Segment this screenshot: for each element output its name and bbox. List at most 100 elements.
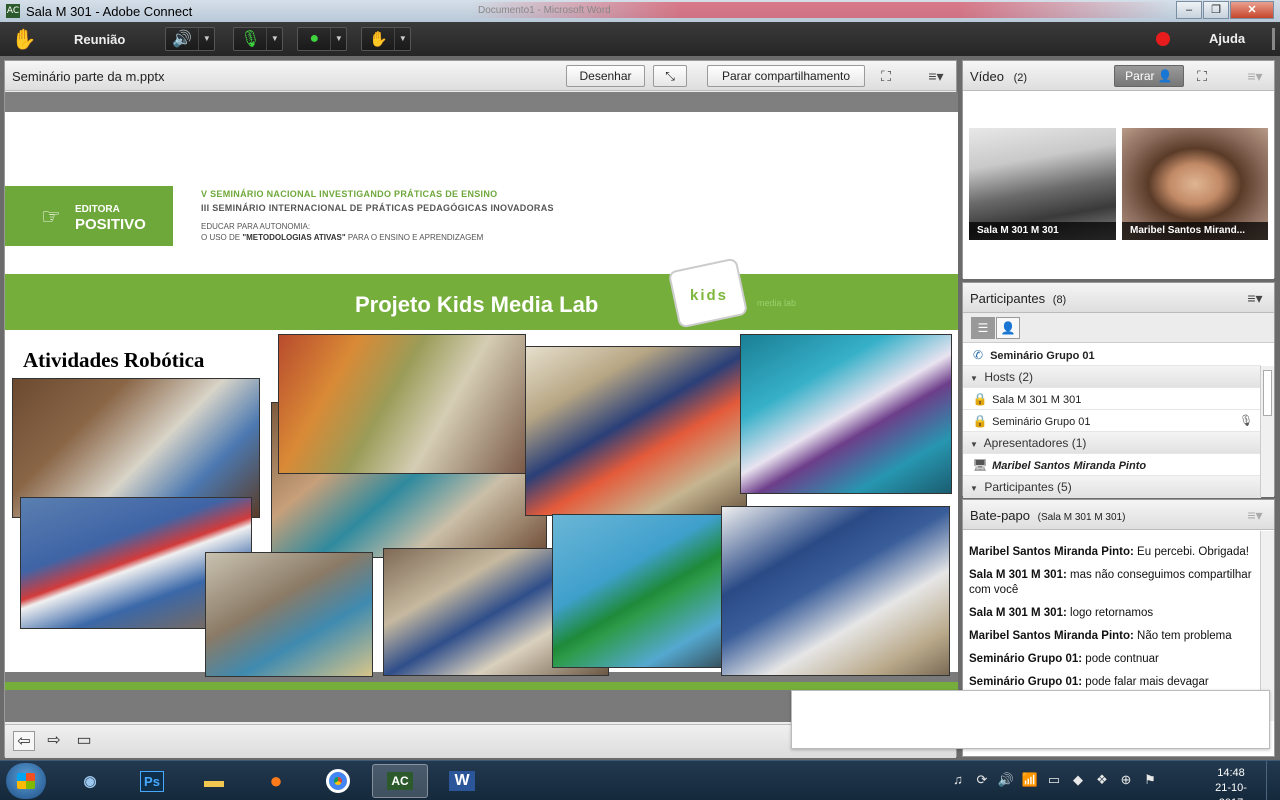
chat-sender: Maribel Santos Miranda Pinto: [969,630,1134,642]
chat-text: Não tem problema [1133,630,1232,642]
video-tile-label: Sala M 301 M 301 [969,222,1116,240]
taskbar-app-adobe-connect[interactable]: AC [372,764,428,798]
slide-header-2: III SEMINÁRIO INTERNACIONAL DE PRÁTICAS … [201,203,554,213]
start-button[interactable] [6,763,46,799]
network-icon[interactable]: ⊕ [1114,772,1138,788]
microphone-active-icon: 🎙 [1239,415,1253,427]
firefox-icon: ● [269,768,283,793]
speaker-icon[interactable]: 🔊 [166,29,198,49]
detail-view-icon[interactable]: 👤 [996,317,1020,339]
list-item[interactable]: 🔒 Sala M 301 M 301 [963,388,1261,410]
group-header-hosts[interactable]: ▼ Hosts (2) [963,366,1261,388]
blurred-title-text: Documento1 - Microsoft Word [478,5,611,16]
previous-slide-icon[interactable]: ⇦ [13,731,35,751]
pod-options-menu-icon[interactable]: ≡▾ [1242,65,1268,87]
chat-text: pode falar mais devagar [1082,676,1209,688]
chat-sender: Seminário Grupo 01: [969,676,1083,688]
video-tile-presenter[interactable]: Maribel Santos Mirand... [1122,128,1268,240]
show-desktop-button[interactable] [1266,761,1280,800]
webcam-control[interactable]: ● ▼ [297,27,348,51]
pod-options-menu-icon[interactable]: ≡▾ [1242,504,1268,526]
list-item[interactable]: 🔒 Seminário Grupo 01 🎙 [963,410,1261,432]
pod-options-menu-icon[interactable]: ≡▾ [923,65,949,87]
raise-hand-status-icon[interactable]: ✋ [362,30,394,48]
chevron-down-icon[interactable]: ▼ [266,28,282,50]
pointer-tool-button[interactable]: ⤡ [653,65,687,87]
signal-icon[interactable]: 📶 [1018,772,1042,788]
sync-icon[interactable]: ⟳ [970,772,994,788]
group-label: Apresentadores (1) [983,436,1087,450]
draw-button[interactable]: Desenhar [566,65,645,87]
activity-title: Atividades Robótica [23,348,205,372]
caret-down-icon[interactable]: ▼ [967,368,981,390]
project-title: Projeto Kids Media Lab [355,292,599,317]
taskbar-app-chrome[interactable] [310,764,366,798]
chevron-down-icon[interactable]: ▼ [198,28,214,50]
video-pod: Vídeo (2) Parar 👤 ⛶ ≡▾ Sala M 301 M 301 … [962,60,1275,279]
recording-indicator-icon[interactable] [1156,32,1170,46]
chat-message: Maribel Santos Miranda Pinto: Eu percebi… [969,545,1259,560]
minimize-button[interactable]: – [1176,1,1202,19]
help-menu[interactable]: Ajuda [1209,31,1245,46]
video-tile-room[interactable]: Sala M 301 M 301 [969,128,1116,240]
taskbar-app-photoshop[interactable]: Ps [124,764,180,798]
list-item[interactable]: 🖥 Maribel Santos Miranda Pinto [963,454,1261,476]
chat-message: Sala M 301 M 301: mas não conseguimos co… [969,568,1259,598]
windows-taskbar: ◉ Ps ▬ ● AC W ♫ ⟳ 🔊 📶 ▭ ◆ ❖ ⊕ ⚑ 14:48 21… [0,760,1280,800]
scrollbar-thumb[interactable] [1263,370,1272,416]
fullscreen-icon[interactable]: ⛶ [1191,65,1213,87]
group-header-presenters[interactable]: ▼ Apresentadores (1) [963,432,1261,454]
chat-pod-header: Bate-papo (Sala M 301 M 301) ≡▾ [963,500,1274,530]
participants-title-text: Participantes [970,291,1046,306]
taskbar-app-explorer[interactable]: ▬ [186,764,242,798]
presentation-slide: ☞ EDITORA POSITIVO V SEMINÁRIO NACIONAL … [5,112,958,690]
fullscreen-icon[interactable]: ⛶ [875,65,897,87]
status-control[interactable]: ✋ ▼ [361,27,412,51]
flag-alert-icon[interactable]: ⚑ [1138,772,1162,788]
participant-name: Maribel Santos Miranda Pinto [992,460,1147,472]
chat-subtitle: (Sala M 301 M 301) [1037,512,1126,523]
participant-name: Seminário Grupo 01 [992,416,1091,428]
participants-pod-header: Participantes (8) ≡▾ [963,283,1274,313]
next-slide-icon[interactable]: ⇨ [43,731,65,751]
microphone-control[interactable]: 🎙 ▼ [233,27,284,51]
dropbox-icon[interactable]: ❖ [1090,772,1114,788]
stop-video-button[interactable]: Parar 👤 [1114,65,1184,87]
chevron-down-icon[interactable]: ▼ [394,28,410,50]
shield-icon[interactable]: ◆ [1066,772,1090,788]
participant-name: Sala M 301 M 301 [992,394,1082,406]
adobe-connect-icon: AC [6,4,20,18]
stop-sharing-button[interactable]: Parar compartilhamento [707,65,865,87]
taskbar-app-word[interactable]: W [434,764,490,798]
word-icon: W [449,771,475,791]
taskbar-app-firefox[interactable]: ● [248,764,304,798]
sidebar-toggle-icon[interactable]: ▭ [73,731,95,751]
chat-message: Sala M 301 M 301: logo retornamos [969,606,1259,621]
chat-message-input[interactable] [791,690,1270,749]
participant-name: Seminário Grupo 01 [990,350,1095,362]
microphone-icon[interactable]: 🎙 [234,29,266,49]
volume-icon[interactable]: 🔊 [994,772,1018,788]
toolbar-divider [1272,28,1275,50]
group-header-participants[interactable]: ▼ Participantes (5) [963,476,1261,498]
pod-options-menu-icon[interactable]: ≡▾ [1242,287,1268,309]
participants-scrollbar[interactable] [1260,366,1274,497]
close-button[interactable]: ✕ [1230,1,1274,19]
chevron-down-icon[interactable]: ▼ [330,28,346,50]
list-item[interactable]: ✆ Seminário Grupo 01 [963,344,1261,366]
maximize-button[interactable]: ❐ [1203,1,1229,19]
system-clock[interactable]: 14:48 21-10-2017 [1208,766,1254,800]
display-icon[interactable]: ▭ [1042,772,1066,788]
list-view-icon[interactable]: ☰ [971,317,995,339]
chat-message: Seminário Grupo 01: pode contnuar [969,652,1259,667]
taskbar-app-browser[interactable]: ◉ [62,764,118,798]
meeting-menu[interactable]: Reunião [74,32,125,47]
caret-down-icon[interactable]: ▼ [967,478,981,500]
hand-raise-icon[interactable]: ✋ [6,24,42,54]
webcam-icon[interactable]: ● [298,30,330,48]
media-icon[interactable]: ♫ [946,772,970,788]
caret-down-icon[interactable]: ▼ [967,434,981,456]
chat-sender: Sala M 301 M 301: [969,569,1067,581]
video-pod-header: Vídeo (2) Parar 👤 ⛶ ≡▾ [963,61,1274,91]
speaker-control[interactable]: 🔊 ▼ [165,27,216,51]
